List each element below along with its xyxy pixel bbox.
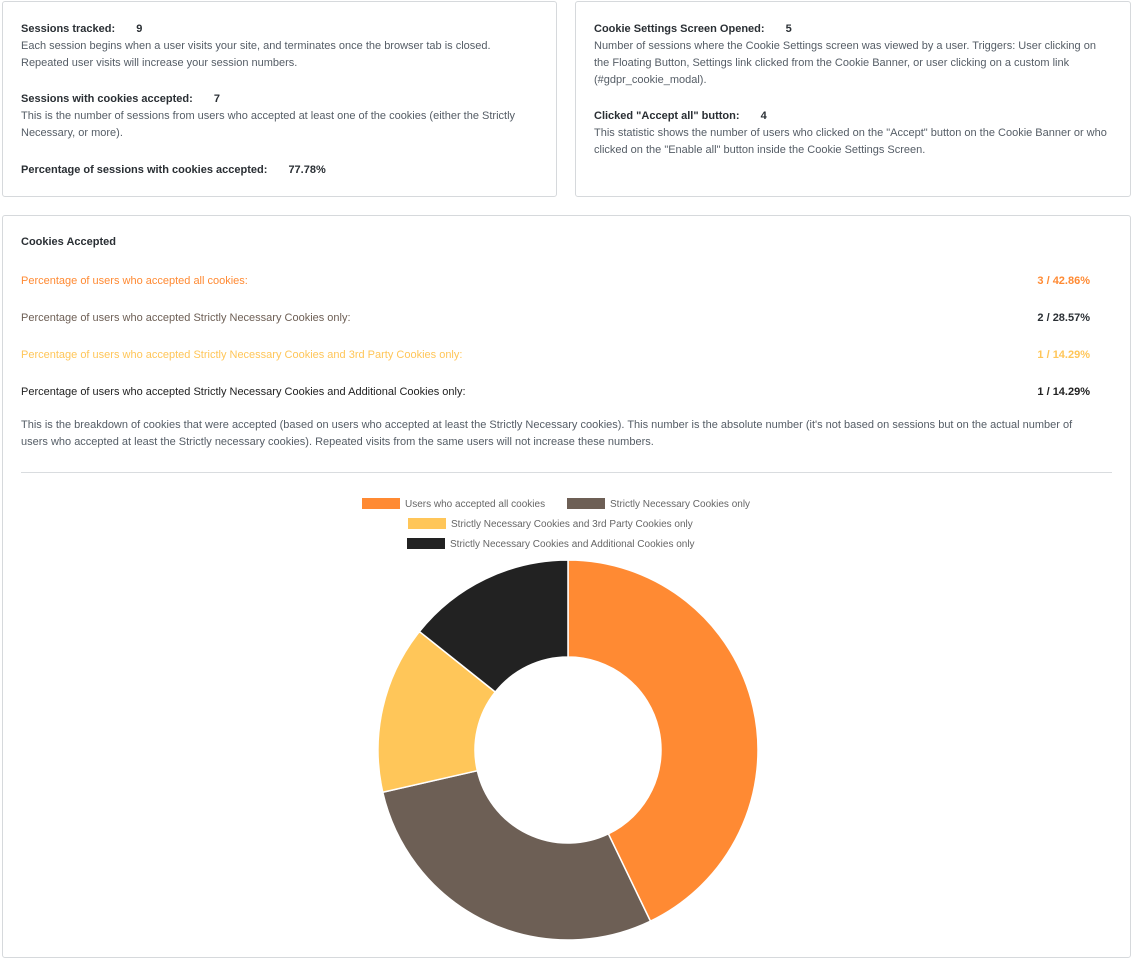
cookies-accepted-card: Cookies Accepted Percentage of users who… — [2, 215, 1131, 958]
accept-all-desc: This statistic shows the number of users… — [594, 127, 1107, 156]
sessions-with-cookies-stat: Sessions with cookies accepted: 7 This i… — [21, 93, 538, 142]
sessions-tracked-desc: Each session begins when a user visits y… — [21, 40, 491, 69]
sessions-with-cookies-value: 7 — [213, 93, 220, 105]
accept-all-stat: Clicked "Accept all" button: 4 This stat… — [594, 110, 1112, 159]
accept-all-title: Clicked "Accept all" button: 4 — [594, 110, 1112, 122]
legend-swatch-additional — [407, 538, 445, 549]
divider — [21, 472, 1112, 473]
legend-swatch-third-party — [408, 518, 446, 529]
sessions-tracked-title: Sessions tracked: 9 — [21, 23, 538, 35]
sessions-with-cookies-title: Sessions with cookies accepted: 7 — [21, 93, 538, 105]
legend-swatch-all — [362, 498, 400, 509]
sessions-with-cookies-desc: This is the number of sessions from user… — [21, 110, 516, 139]
cookies-donut-chart — [377, 559, 759, 941]
row-all-cookies-value: 3 / 42.86% — [1037, 275, 1090, 287]
legend-swatch-strictly — [567, 498, 605, 509]
cookie-settings-card: Cookie Settings Screen Opened: 5 Number … — [575, 1, 1131, 197]
row-additional-value: 1 / 14.29% — [1037, 386, 1090, 398]
legend-item-third-party[interactable]: Strictly Necessary Cookies and 3rd Party… — [408, 518, 693, 530]
breakdown-description: This is the breakdown of cookies that we… — [21, 419, 1073, 448]
settings-opened-desc: Number of sessions where the Cookie Sett… — [594, 40, 1096, 86]
cookies-accepted-title: Cookies Accepted — [21, 236, 116, 248]
accept-all-label: Clicked "Accept all" button: — [594, 110, 740, 122]
settings-opened-value: 5 — [785, 23, 792, 35]
sessions-tracked-value: 9 — [136, 23, 143, 35]
legend-item-all[interactable]: Users who accepted all cookies — [362, 498, 545, 510]
sessions-tracked-label: Sessions tracked: — [21, 23, 116, 35]
settings-opened-label: Cookie Settings Screen Opened: — [594, 23, 765, 35]
accept-all-value: 4 — [760, 110, 767, 122]
settings-opened-stat: Cookie Settings Screen Opened: 5 Number … — [594, 23, 1112, 89]
row-third-party-label: Percentage of users who accepted Strictl… — [21, 349, 463, 361]
legend-label-third-party: Strictly Necessary Cookies and 3rd Party… — [451, 519, 693, 530]
row-all-cookies-label: Percentage of users who accepted all coo… — [21, 275, 248, 287]
sessions-percentage-label: Percentage of sessions with cookies acce… — [21, 164, 268, 176]
sessions-percentage-value: 77.78% — [288, 164, 326, 176]
sessions-tracked-stat: Sessions tracked: 9 Each session begins … — [21, 23, 538, 72]
legend-label-additional: Strictly Necessary Cookies and Additiona… — [450, 539, 695, 550]
row-additional-label: Percentage of users who accepted Strictl… — [21, 386, 466, 398]
sessions-percentage-stat: Percentage of sessions with cookies acce… — [21, 164, 538, 176]
sessions-percentage-title: Percentage of sessions with cookies acce… — [21, 164, 538, 176]
legend-item-strictly[interactable]: Strictly Necessary Cookies only — [567, 498, 750, 510]
sessions-card: Sessions tracked: 9 Each session begins … — [2, 1, 557, 197]
row-strictly-necessary-label: Percentage of users who accepted Strictl… — [21, 312, 351, 324]
donut-slice-strictly[interactable] — [381, 769, 652, 941]
legend-label-all: Users who accepted all cookies — [405, 499, 546, 510]
legend-item-additional[interactable]: Strictly Necessary Cookies and Additiona… — [407, 538, 695, 550]
row-strictly-necessary-value: 2 / 28.57% — [1037, 312, 1090, 324]
settings-opened-title: Cookie Settings Screen Opened: 5 — [594, 23, 1112, 35]
legend-label-strictly: Strictly Necessary Cookies only — [610, 499, 751, 510]
row-third-party-value: 1 / 14.29% — [1037, 349, 1090, 361]
sessions-with-cookies-label: Sessions with cookies accepted: — [21, 93, 193, 105]
